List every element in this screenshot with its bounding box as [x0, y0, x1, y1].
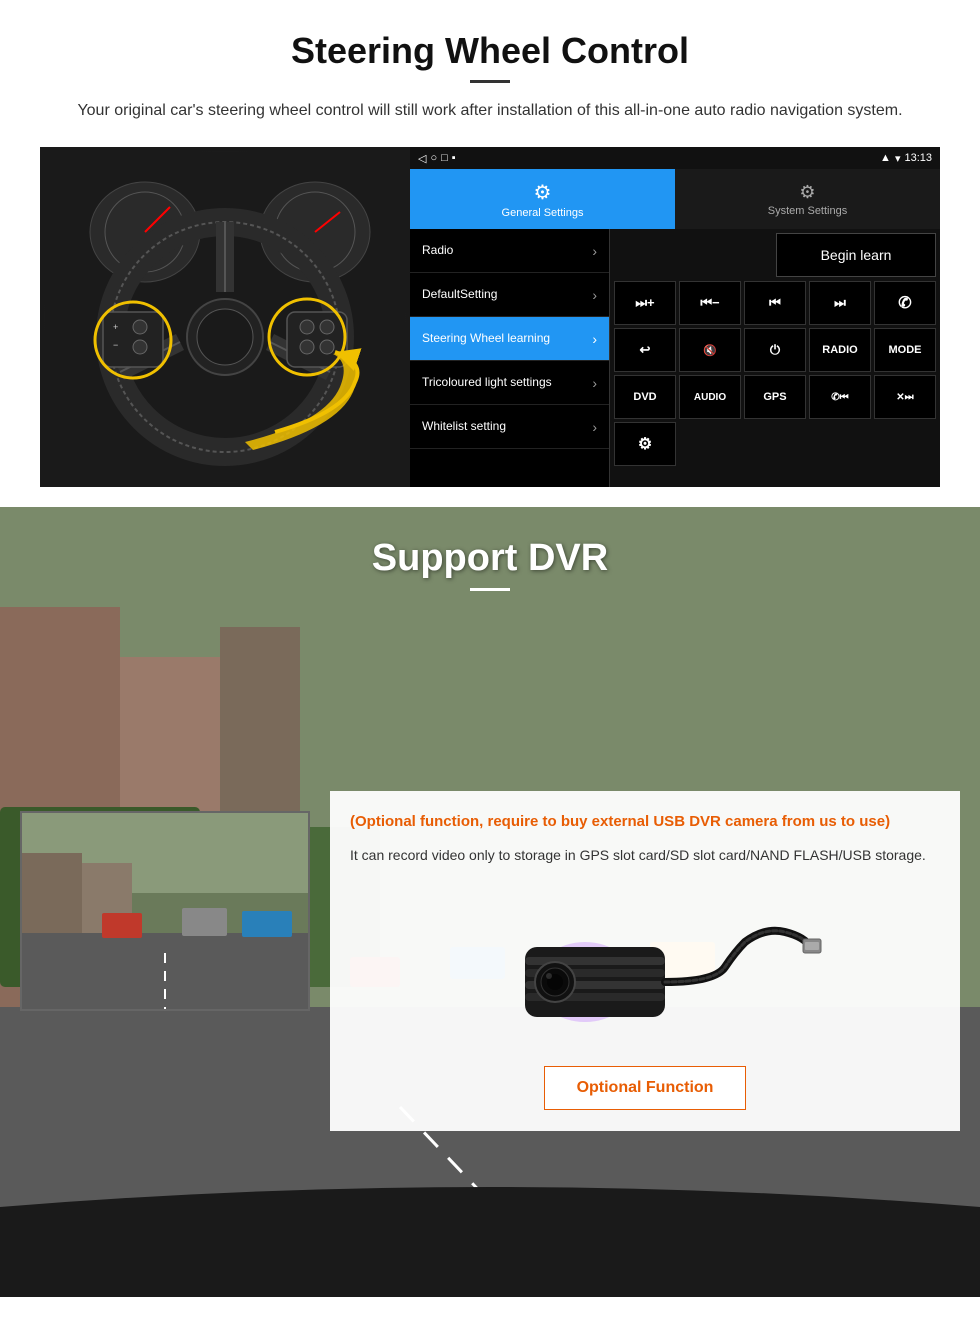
chevron-icon: ›: [592, 375, 597, 391]
statusbar-menu: ▪: [452, 152, 456, 164]
tab-system-label: System Settings: [768, 205, 847, 217]
tab-general-settings[interactable]: ⚙ General Settings: [410, 169, 675, 229]
menu-item-steering[interactable]: Steering Wheel learning ›: [410, 317, 609, 361]
dvr-thumb-svg: [22, 813, 308, 1009]
dvr-content: Support DVR: [0, 507, 980, 611]
ctrl-btn-power[interactable]: ⏻: [744, 328, 806, 372]
chevron-icon: ›: [592, 243, 597, 259]
ctrl-btn-mute[interactable]: 🔇: [679, 328, 741, 372]
steering-title: Steering Wheel Control: [40, 30, 940, 72]
chevron-icon: ›: [592, 419, 597, 435]
dvr-lower: (Optional function, require to buy exter…: [0, 791, 980, 1131]
general-settings-icon: ⚙: [534, 180, 552, 205]
statusbar-square: □: [441, 152, 448, 164]
menu-list: Radio › DefaultSetting › Steering Wheel …: [410, 229, 610, 487]
title-divider: [470, 80, 510, 83]
begin-learn-row: Begin learn: [614, 233, 936, 277]
menu-item-whitelist-label: Whitelist setting: [422, 419, 506, 435]
button-grid-area: Begin learn ⏭+ ⏮− ⏮ ⏭ ✆ ↩ 🔇 ⏻ RADIO MODE…: [610, 229, 940, 487]
statusbar-wifi: ▾: [895, 152, 901, 165]
ctrl-btn-extra[interactable]: ⚙: [614, 422, 676, 466]
ctrl-btn-audio[interactable]: AUDIO: [679, 375, 741, 419]
ctrl-btn-next[interactable]: ⏭: [809, 281, 871, 325]
dvr-camera-image: [350, 882, 940, 1042]
dvr-info-card: (Optional function, require to buy exter…: [330, 791, 960, 1131]
chevron-icon: ›: [592, 331, 597, 347]
menu-item-tricolour[interactable]: Tricoloured light settings ›: [410, 361, 609, 405]
statusbar-back: ◁: [418, 152, 426, 165]
ctrl-btn-next2[interactable]: ✕⏭: [874, 375, 936, 419]
optional-function-container: Optional Function: [350, 1058, 940, 1110]
steering-wheel-photo: + −: [40, 147, 410, 487]
optional-function-button[interactable]: Optional Function: [544, 1066, 747, 1110]
dvr-title: Support DVR: [40, 537, 940, 580]
dvr-thumbnail: [20, 811, 310, 1011]
system-settings-icon: ⚙: [799, 182, 815, 203]
steering-composite: + −: [40, 147, 940, 487]
menu-item-default[interactable]: DefaultSetting ›: [410, 273, 609, 317]
dvr-camera-svg: [465, 887, 825, 1037]
menu-area: Radio › DefaultSetting › Steering Wheel …: [410, 229, 940, 487]
chevron-icon: ›: [592, 287, 597, 303]
dvr-thumb-inner: [22, 813, 308, 1009]
dvr-optional-notice: (Optional function, require to buy exter…: [350, 811, 940, 832]
steering-description: Your original car's steering wheel contr…: [60, 99, 920, 123]
dvr-description: It can record video only to storage in G…: [350, 844, 940, 866]
ctrl-btn-mode[interactable]: MODE: [874, 328, 936, 372]
statusbar-time: 13:13: [904, 152, 932, 164]
menu-item-radio[interactable]: Radio ›: [410, 229, 609, 273]
statusbar-home: ○: [430, 152, 437, 164]
tab-row: ⚙ General Settings ⚙ System Settings: [410, 169, 940, 229]
ctrl-btn-phone[interactable]: ✆: [874, 281, 936, 325]
ctrl-btn-vol-up[interactable]: ⏭+: [614, 281, 676, 325]
ctrl-btn-radio[interactable]: RADIO: [809, 328, 871, 372]
ctrl-btn-vol-dn[interactable]: ⏮−: [679, 281, 741, 325]
begin-learn-button[interactable]: Begin learn: [776, 233, 936, 277]
menu-item-default-label: DefaultSetting: [422, 287, 497, 303]
dvr-section: Support DVR: [0, 507, 980, 1297]
ctrl-btn-back[interactable]: ↩: [614, 328, 676, 372]
statusbar-signal: ▲: [880, 152, 891, 164]
menu-item-whitelist[interactable]: Whitelist setting ›: [410, 405, 609, 449]
ctrl-btn-phone-prev[interactable]: ✆⏮: [809, 375, 871, 419]
steering-wheel-svg: + −: [45, 152, 405, 482]
steering-section: Steering Wheel Control Your original car…: [0, 0, 980, 507]
svg-text:−: −: [113, 340, 118, 350]
ctrl-btn-gps[interactable]: GPS: [744, 375, 806, 419]
dvr-title-divider: [470, 588, 510, 591]
tab-system-settings[interactable]: ⚙ System Settings: [675, 169, 940, 229]
menu-item-tricolour-label: Tricoloured light settings: [422, 375, 552, 391]
android-statusbar: ◁ ○ □ ▪ ▲ ▾ 13:13: [410, 147, 940, 169]
button-grid: ⏭+ ⏮− ⏮ ⏭ ✆ ↩ 🔇 ⏻ RADIO MODE DVD AUDIO G…: [614, 281, 936, 466]
tab-general-label: General Settings: [502, 207, 584, 219]
android-panel: ◁ ○ □ ▪ ▲ ▾ 13:13 ⚙ General Settings ⚙ S…: [410, 147, 940, 487]
menu-item-radio-label: Radio: [422, 243, 453, 259]
menu-item-steering-label: Steering Wheel learning: [422, 331, 550, 347]
svg-text:+: +: [113, 322, 118, 332]
ctrl-btn-dvd[interactable]: DVD: [614, 375, 676, 419]
ctrl-btn-prev[interactable]: ⏮: [744, 281, 806, 325]
